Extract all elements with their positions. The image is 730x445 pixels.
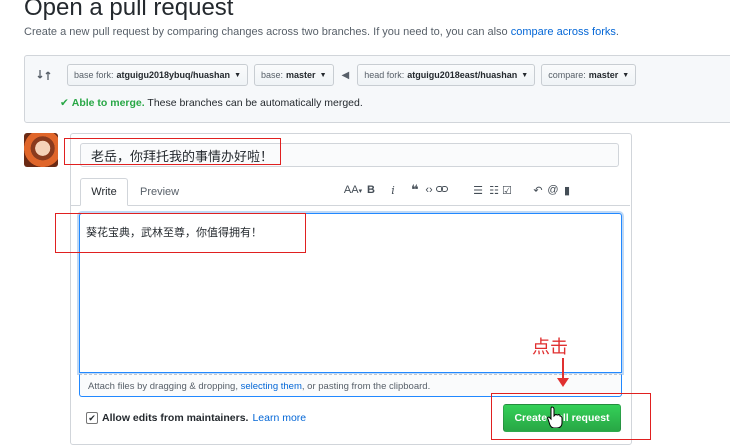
- head-fork-select[interactable]: head fork: atguigu2018east/huashan ▼: [357, 64, 536, 86]
- italic-icon[interactable]: i: [378, 184, 408, 197]
- ordered-list-icon[interactable]: ☷: [486, 184, 502, 197]
- annotation-arrow: [562, 358, 564, 380]
- chevron-down-icon: ▼: [319, 71, 327, 79]
- compare-box: base fork: atguigu2018ybuq/huashan ▼ bas…: [24, 55, 730, 123]
- code-icon[interactable]: ‹›: [422, 184, 436, 196]
- allow-edits-checkbox[interactable]: ✔: [86, 412, 98, 424]
- page-title: Open a pull request: [24, 0, 234, 21]
- header-text-icon[interactable]: AA▾: [342, 184, 364, 196]
- chevron-down-icon: ▼: [234, 71, 241, 79]
- base-branch-select[interactable]: base: master ▼: [254, 64, 334, 86]
- link-icon[interactable]: [436, 184, 470, 197]
- annotation-arrow-head: [557, 378, 569, 387]
- compare-icon: [35, 66, 53, 84]
- annotation-box-body: [55, 213, 306, 253]
- allow-edits-row: ✔ Allow edits from maintainers. Learn mo…: [86, 412, 306, 424]
- chevron-down-icon: ▼: [521, 71, 529, 79]
- selecting-them-link[interactable]: selecting them: [241, 381, 302, 392]
- tab-write[interactable]: Write: [80, 178, 128, 206]
- annotation-box-button: [491, 393, 651, 440]
- hand-cursor-icon: [547, 406, 563, 428]
- bookmark-icon[interactable]: ▮: [560, 184, 574, 197]
- mention-icon[interactable]: @: [546, 184, 560, 196]
- merge-status: ✔ Able to merge. These branches can be a…: [60, 97, 363, 109]
- unordered-list-icon[interactable]: ☰: [470, 184, 486, 197]
- page-subtitle: Create a new pull request by comparing c…: [24, 26, 619, 38]
- markdown-toolbar: AA▾ B i ❝ ‹› ☰ ☷ ☑ ↶ @ ▮: [342, 180, 574, 200]
- avatar: [24, 133, 58, 167]
- chevron-down-icon: ▼: [622, 71, 630, 79]
- quote-icon[interactable]: ❝: [408, 182, 422, 198]
- bold-icon[interactable]: B: [364, 184, 378, 196]
- annotation-box-title: [64, 138, 281, 165]
- branch-selector-row: base fork: atguigu2018ybuq/huashan ▼ bas…: [35, 63, 637, 87]
- base-fork-select[interactable]: base fork: atguigu2018ybuq/huashan ▼: [67, 64, 248, 86]
- annotation-label: 点击: [532, 337, 568, 358]
- tab-preview[interactable]: Preview: [140, 178, 179, 206]
- compare-branch-select[interactable]: compare: master ▼: [541, 64, 637, 86]
- reply-icon[interactable]: ↶: [530, 184, 546, 197]
- arrow-left-icon: ◀: [341, 69, 350, 81]
- learn-more-link[interactable]: Learn more: [252, 412, 306, 424]
- compare-across-forks-link[interactable]: compare across forks: [511, 26, 616, 38]
- check-icon: ✔: [60, 97, 69, 109]
- task-list-icon[interactable]: ☑: [502, 184, 530, 197]
